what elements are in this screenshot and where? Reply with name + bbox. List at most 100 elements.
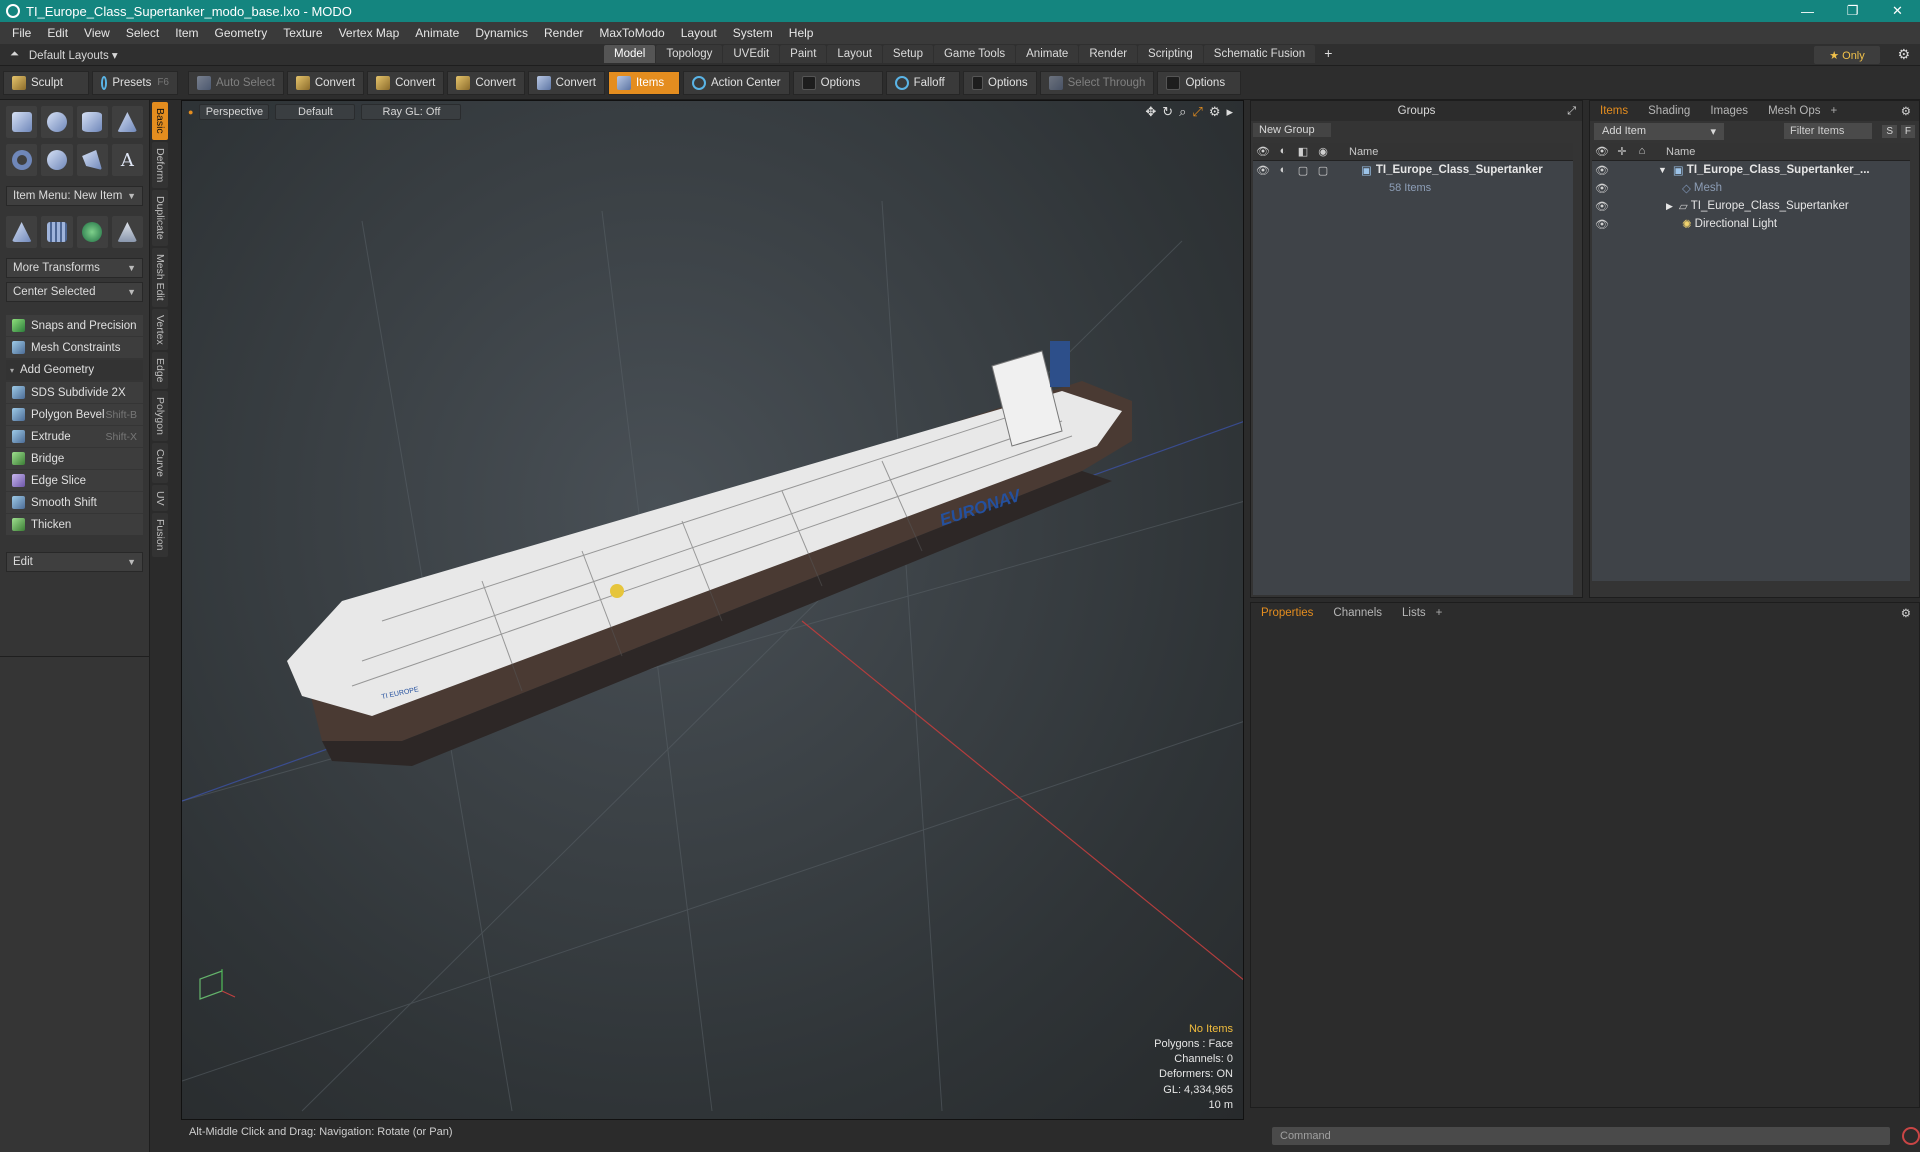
tab-paint[interactable]: Paint	[780, 45, 827, 63]
menu-select[interactable]: Select	[118, 26, 167, 40]
add-item-button[interactable]: Add Item ▾	[1594, 122, 1724, 140]
edit-dropdown[interactable]: Edit ▼	[6, 552, 143, 572]
item-menu-dropdown[interactable]: Item Menu: New Item ▼	[6, 186, 143, 206]
tab-images[interactable]: Images	[1700, 103, 1758, 119]
fit-view-icon[interactable]: ⤢	[1192, 104, 1202, 120]
mesh-constraints-button[interactable]: Mesh Constraints	[6, 337, 143, 358]
search-f-button[interactable]: F	[1900, 124, 1915, 138]
chevron-right-icon[interactable]: ▶	[1666, 201, 1673, 212]
extrude-button[interactable]: Extrude Shift-X	[6, 426, 143, 447]
capsule-primitive-button[interactable]	[41, 144, 73, 176]
tab-schematic-fusion[interactable]: Schematic Fusion	[1203, 45, 1316, 63]
snaps-and-precision-button[interactable]: Snaps and Precision	[6, 315, 143, 336]
camera-button[interactable]	[111, 216, 143, 248]
new-group-button[interactable]: New Group	[1253, 123, 1331, 137]
tab-topology[interactable]: Topology	[656, 45, 723, 63]
tree-item-locator[interactable]: 👁 ▶ ▱ TI_Europe_Class_Supertanker	[1592, 197, 1910, 215]
menu-animate[interactable]: Animate	[407, 26, 467, 40]
tab-mesh-ops[interactable]: Mesh Ops	[1758, 103, 1830, 119]
groups-name-column[interactable]: Name	[1349, 146, 1378, 158]
convert-button-1[interactable]: Convert	[286, 70, 365, 95]
layout-up-icon[interactable]: ⏶	[10, 48, 19, 61]
vtab-curve[interactable]: Curve	[152, 442, 168, 483]
select-through-button[interactable]: Select Through	[1039, 70, 1155, 95]
group-row[interactable]: 👁 ◐ ▢ ▢ ▣ TI_Europe_Class_Supertanker	[1253, 161, 1573, 179]
menu-geometry[interactable]: Geometry	[207, 26, 276, 40]
tab-animate[interactable]: Animate	[1016, 45, 1079, 63]
viewport-expand-icon[interactable]: ▸	[1226, 104, 1233, 120]
vtab-basic[interactable]: Basic	[152, 102, 168, 140]
options-button-1[interactable]: Options	[792, 70, 883, 95]
menu-render[interactable]: Render	[536, 26, 591, 40]
maximize-button[interactable]: ❐	[1830, 0, 1875, 22]
edge-slice-button[interactable]: Edge Slice	[6, 470, 143, 491]
shading-mode-button[interactable]: Default	[275, 104, 356, 120]
convert-button-2[interactable]: Convert	[367, 70, 445, 95]
cylinder-primitive-button[interactable]	[76, 106, 108, 138]
search-s-button[interactable]: S	[1882, 124, 1897, 138]
tab-game-tools[interactable]: Game Tools	[933, 45, 1016, 63]
sds-subdivide-button[interactable]: SDS Subdivide 2X	[6, 382, 143, 403]
tab-items[interactable]: Items	[1590, 103, 1638, 119]
locator-button[interactable]	[6, 216, 38, 248]
menu-view[interactable]: View	[76, 26, 118, 40]
items-settings-icon[interactable]: ⚙	[1901, 104, 1911, 118]
tab-channels[interactable]: Channels	[1323, 605, 1392, 621]
polygon-bevel-button[interactable]: Polygon Bevel Shift-B	[6, 404, 143, 425]
viewport-menu-icon[interactable]: ●	[188, 107, 193, 117]
convert-button-4[interactable]: Convert	[527, 70, 605, 95]
convert-button-3[interactable]: Convert	[447, 70, 525, 95]
pen-tool-button[interactable]	[76, 144, 108, 176]
action-center-button[interactable]: Action Center	[682, 70, 790, 95]
ray-gl-button[interactable]: Ray GL: Off	[361, 104, 462, 120]
menu-texture[interactable]: Texture	[275, 26, 330, 40]
items-mode-button[interactable]: Items	[607, 70, 680, 95]
auto-select-button[interactable]: Auto Select	[188, 70, 284, 95]
vtab-duplicate[interactable]: Duplicate	[152, 190, 168, 246]
grid-button[interactable]	[41, 216, 73, 248]
tab-layout[interactable]: Layout	[827, 45, 882, 63]
tab-setup[interactable]: Setup	[882, 45, 933, 63]
tab-properties[interactable]: Properties	[1251, 605, 1323, 621]
command-input[interactable]: Command	[1272, 1127, 1890, 1145]
rotate-view-icon[interactable]: ↻	[1162, 104, 1173, 120]
vtab-edge[interactable]: Edge	[152, 352, 168, 389]
minimize-button[interactable]: —	[1785, 0, 1830, 22]
thicken-button[interactable]: Thicken	[6, 514, 143, 535]
vtab-polygon[interactable]: Polygon	[152, 390, 168, 441]
falloff-button[interactable]: Falloff	[885, 70, 960, 95]
smooth-shift-button[interactable]: Smooth Shift	[6, 492, 143, 513]
menu-edit[interactable]: Edit	[39, 26, 76, 40]
gear-icon[interactable]: ⚙	[1897, 46, 1910, 63]
filter-items-input[interactable]: Filter Items	[1784, 123, 1872, 139]
menu-file[interactable]: File	[4, 26, 39, 40]
vtab-deform[interactable]: Deform	[152, 141, 168, 189]
tab-lists[interactable]: Lists	[1392, 605, 1436, 621]
visibility-icon[interactable]: 👁	[1592, 164, 1612, 177]
add-geometry-section[interactable]: ▾ Add Geometry	[6, 360, 143, 380]
visibility-icon[interactable]: 👁	[1592, 218, 1612, 231]
vtab-fusion[interactable]: Fusion	[152, 513, 168, 557]
menu-help[interactable]: Help	[781, 26, 822, 40]
cone-primitive-button[interactable]	[111, 106, 143, 138]
vtab-mesh-edit[interactable]: Mesh Edit	[152, 247, 168, 307]
close-button[interactable]: ✕	[1875, 0, 1920, 22]
3d-viewport[interactable]: EURONAV TI EUROPE ● Perspective Default …	[181, 100, 1244, 1120]
only-toggle[interactable]: ★ Only	[1814, 46, 1880, 64]
vtab-uv[interactable]: UV	[152, 484, 168, 512]
lock-icon[interactable]: ▢	[1293, 164, 1313, 177]
tab-shading[interactable]: Shading	[1638, 103, 1700, 119]
view-type-button[interactable]: Perspective	[199, 104, 270, 120]
properties-settings-icon[interactable]: ⚙	[1901, 606, 1911, 620]
menu-vertex-map[interactable]: Vertex Map	[331, 26, 408, 40]
torus-primitive-button[interactable]	[6, 144, 38, 176]
zoom-view-icon[interactable]: ⌕	[1179, 104, 1186, 120]
center-selected-dropdown[interactable]: Center Selected ▼	[6, 282, 143, 302]
default-layouts-dropdown[interactable]: Default Layouts ▾	[29, 48, 118, 62]
visibility-icon[interactable]: 👁	[1592, 182, 1612, 195]
tab-render[interactable]: Render	[1079, 45, 1138, 63]
bridge-button[interactable]: Bridge	[6, 448, 143, 469]
menu-layout[interactable]: Layout	[673, 26, 725, 40]
visibility-icon[interactable]: 👁	[1253, 164, 1273, 177]
options-button-3[interactable]: Options	[1157, 70, 1242, 95]
